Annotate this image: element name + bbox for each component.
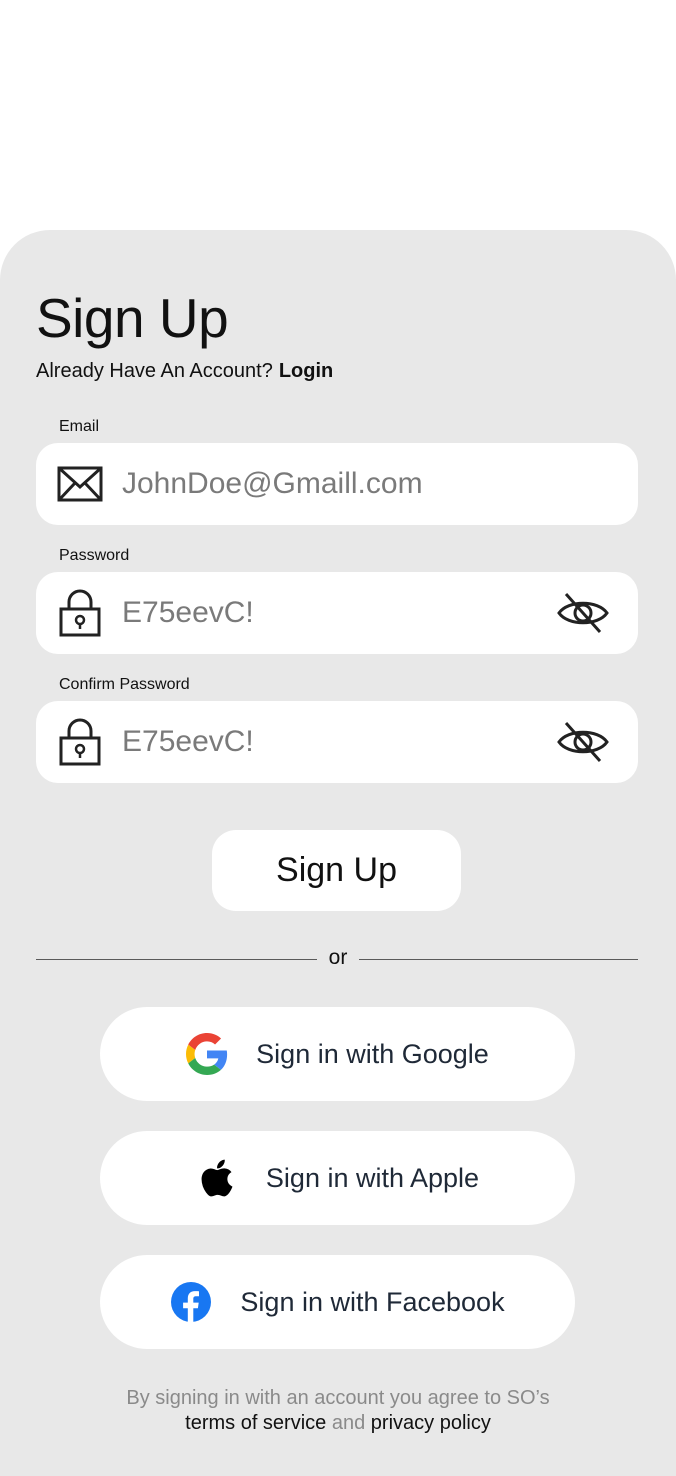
password-field[interactable]: E75eevC! <box>36 572 638 654</box>
email-input-value[interactable]: JohnDoe@Gmaill.com <box>122 443 423 525</box>
legal-and-text: and <box>331 1412 366 1434</box>
facebook-icon <box>170 1281 212 1323</box>
sign-up-button[interactable]: Sign Up <box>212 830 461 911</box>
google-sign-in-button[interactable]: Sign in with Google <box>100 1007 575 1101</box>
password-label: Password <box>59 547 130 564</box>
divider-line-right <box>359 959 638 960</box>
google-sign-in-label: Sign in with Google <box>256 1038 489 1069</box>
lock-icon <box>57 718 103 766</box>
legal-line-1: By signing in with an account you agree … <box>126 1387 550 1409</box>
legal-line-2: terms of service and privacy policy <box>0 1411 676 1436</box>
login-link[interactable]: Login <box>279 360 333 382</box>
terms-of-service-link[interactable]: terms of service <box>185 1412 326 1434</box>
facebook-sign-in-button[interactable]: Sign in with Facebook <box>100 1255 575 1349</box>
lock-icon <box>57 589 103 637</box>
confirm-password-input-value[interactable]: E75eevC! <box>122 701 254 783</box>
legal-notice: By signing in with an account you agree … <box>0 1386 676 1436</box>
eye-off-icon[interactable] <box>556 719 610 765</box>
password-input-value[interactable]: E75eevC! <box>122 572 254 654</box>
mail-icon <box>57 461 103 507</box>
have-account-text: Already Have An Account? <box>36 360 273 382</box>
apple-sign-in-label: Sign in with Apple <box>265 1162 480 1193</box>
divider-or-text: or <box>328 946 348 969</box>
email-label: Email <box>59 418 100 435</box>
confirm-password-field[interactable]: E75eevC! <box>36 701 638 783</box>
login-prompt: Already Have An Account? Login <box>36 358 333 384</box>
page-title: Sign Up <box>36 287 229 349</box>
eye-off-icon[interactable] <box>556 590 610 636</box>
apple-sign-in-button[interactable]: Sign in with Apple <box>100 1131 575 1225</box>
confirm-password-label: Confirm Password <box>59 676 190 693</box>
facebook-sign-in-label: Sign in with Facebook <box>240 1286 505 1317</box>
divider-line-left <box>36 959 317 960</box>
privacy-policy-link[interactable]: privacy policy <box>371 1412 491 1434</box>
email-field[interactable]: JohnDoe@Gmaill.com <box>36 443 638 525</box>
google-icon <box>186 1033 228 1075</box>
apple-icon <box>196 1157 238 1199</box>
